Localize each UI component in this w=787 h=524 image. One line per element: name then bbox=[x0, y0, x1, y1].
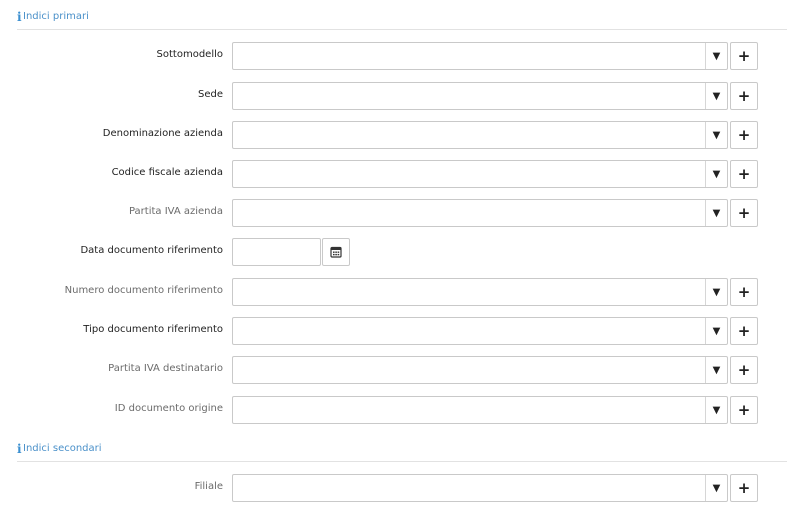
field-row-denominazione-azienda: Denominazione azienda ▼ + bbox=[0, 121, 787, 149]
dropdown-arrow-icon[interactable]: ▼ bbox=[705, 122, 727, 148]
calendar-icon bbox=[330, 246, 342, 258]
dropdown-arrow-icon[interactable]: ▼ bbox=[705, 83, 727, 109]
field-row-data-documento-riferimento: Data documento riferimento bbox=[0, 238, 787, 266]
add-partita-iva-azienda-button[interactable]: + bbox=[730, 199, 758, 227]
field-row-filiale: Filiale ▼ + bbox=[0, 474, 787, 502]
info-icon: i bbox=[17, 442, 22, 456]
dropdown-arrow-icon[interactable]: ▼ bbox=[705, 161, 727, 187]
section-header-secondary: i Indici secondari bbox=[17, 440, 787, 462]
dropdown-arrow-icon[interactable]: ▼ bbox=[705, 200, 727, 226]
add-id-documento-origine-button[interactable]: + bbox=[730, 396, 758, 424]
section-header-primary: i Indici primari bbox=[17, 8, 787, 30]
field-row-sottomodello: Sottomodello ▼ + bbox=[0, 42, 787, 70]
dropdown-arrow-icon[interactable]: ▼ bbox=[705, 357, 727, 383]
add-codice-fiscale-azienda-button[interactable]: + bbox=[730, 160, 758, 188]
add-partita-iva-destinatario-button[interactable]: + bbox=[730, 356, 758, 384]
filiale-select[interactable]: ▼ bbox=[232, 474, 728, 502]
data-documento-riferimento-input[interactable] bbox=[232, 238, 321, 266]
field-label: Sottomodello bbox=[156, 49, 223, 60]
add-sede-button[interactable]: + bbox=[730, 82, 758, 110]
field-label: Partita IVA destinatario bbox=[108, 363, 223, 374]
section-title: Indici secondari bbox=[23, 443, 102, 454]
dropdown-arrow-icon[interactable]: ▼ bbox=[705, 475, 727, 501]
add-sottomodello-button[interactable]: + bbox=[730, 42, 758, 70]
field-row-partita-iva-destinatario: Partita IVA destinatario ▼ + bbox=[0, 356, 787, 384]
codice-fiscale-azienda-select[interactable]: ▼ bbox=[232, 160, 728, 188]
field-label: Sede bbox=[198, 89, 223, 100]
add-denominazione-azienda-button[interactable]: + bbox=[730, 121, 758, 149]
dropdown-arrow-icon[interactable]: ▼ bbox=[705, 279, 727, 305]
add-tipo-documento-riferimento-button[interactable]: + bbox=[730, 317, 758, 345]
add-numero-documento-riferimento-button[interactable]: + bbox=[730, 278, 758, 306]
field-label: Codice fiscale azienda bbox=[111, 167, 223, 178]
field-label: Filiale bbox=[194, 481, 223, 492]
field-label: Partita IVA azienda bbox=[128, 206, 223, 217]
field-row-tipo-documento-riferimento: Tipo documento riferimento ▼ + bbox=[0, 317, 787, 345]
info-icon: i bbox=[17, 10, 22, 24]
field-label: Data documento riferimento bbox=[80, 245, 223, 256]
denominazione-azienda-select[interactable]: ▼ bbox=[232, 121, 728, 149]
tipo-documento-riferimento-select[interactable]: ▼ bbox=[232, 317, 728, 345]
field-row-codice-fiscale-azienda: Codice fiscale azienda ▼ + bbox=[0, 160, 787, 188]
section-title: Indici primari bbox=[23, 11, 89, 22]
field-label: Tipo documento riferimento bbox=[83, 324, 223, 335]
sede-select[interactable]: ▼ bbox=[232, 82, 728, 110]
partita-iva-destinatario-select[interactable]: ▼ bbox=[232, 356, 728, 384]
field-row-id-documento-origine: ID documento origine ▼ + bbox=[0, 396, 787, 424]
dropdown-arrow-icon[interactable]: ▼ bbox=[705, 43, 727, 69]
field-label: ID documento origine bbox=[114, 403, 223, 414]
add-filiale-button[interactable]: + bbox=[730, 474, 758, 502]
field-label: Denominazione azienda bbox=[102, 128, 223, 139]
sottomodello-select[interactable]: ▼ bbox=[232, 42, 728, 70]
field-label: Numero documento riferimento bbox=[64, 285, 223, 296]
dropdown-arrow-icon[interactable]: ▼ bbox=[705, 318, 727, 344]
partita-iva-azienda-select[interactable]: ▼ bbox=[232, 199, 728, 227]
dropdown-arrow-icon[interactable]: ▼ bbox=[705, 397, 727, 423]
field-row-numero-documento-riferimento: Numero documento riferimento ▼ + bbox=[0, 278, 787, 306]
field-row-partita-iva-azienda: Partita IVA azienda ▼ + bbox=[0, 199, 787, 227]
calendar-button[interactable] bbox=[322, 238, 350, 266]
field-row-sede: Sede ▼ + bbox=[0, 82, 787, 110]
numero-documento-riferimento-select[interactable]: ▼ bbox=[232, 278, 728, 306]
id-documento-origine-select[interactable]: ▼ bbox=[232, 396, 728, 424]
